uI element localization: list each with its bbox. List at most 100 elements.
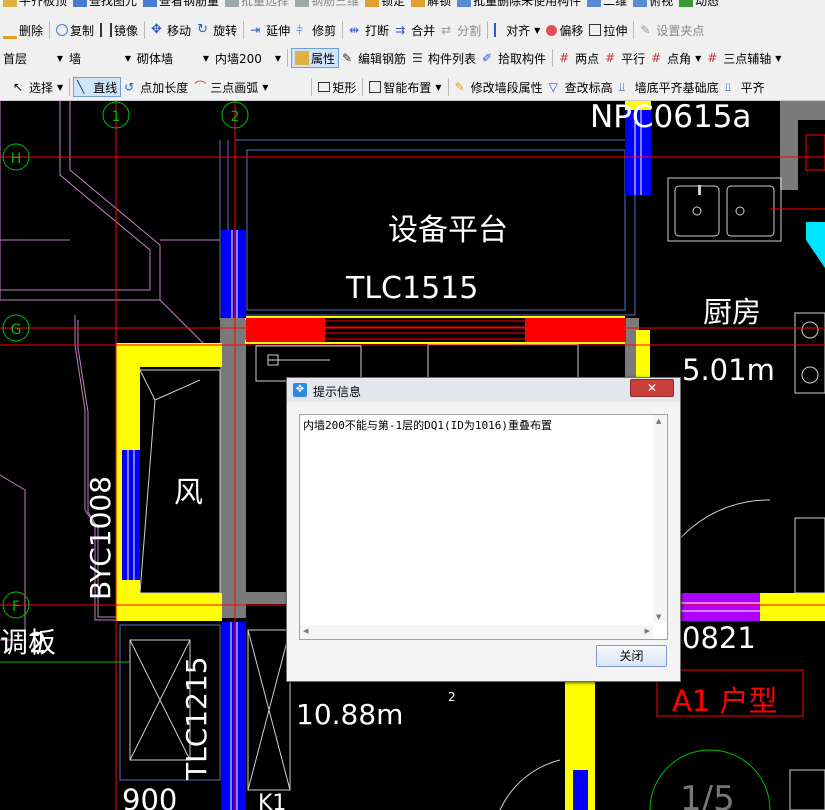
- edit-rebar-button[interactable]: ✎ 编辑钢筋: [339, 48, 409, 68]
- offset-button[interactable]: 偏移: [543, 20, 586, 40]
- point-length-label: 点加长度: [140, 80, 189, 95]
- batch-delete-button[interactable]: 批量删除未使用构件: [454, 0, 584, 10]
- dialog-title-bar[interactable]: ✥ 提示信息 ✕: [287, 378, 680, 402]
- scroll-left-icon[interactable]: ◀: [303, 627, 308, 635]
- close-button[interactable]: 关闭: [596, 645, 667, 667]
- find-element-button[interactable]: 查找图元: [70, 0, 140, 10]
- view-rebar-button[interactable]: 查看钢筋量: [140, 0, 222, 10]
- copy-button[interactable]: 复制: [53, 20, 97, 40]
- offset-label: 偏移: [559, 23, 584, 38]
- wall-bottom-align-button[interactable]: ⫫ 墙底平齐基础底: [616, 77, 722, 97]
- align-button[interactable]: 对齐 ▼: [491, 20, 543, 40]
- stretch-button[interactable]: 拉伸: [586, 20, 630, 40]
- chevron-down-icon: ▼: [695, 53, 702, 63]
- rectangle-label: 矩形: [332, 80, 357, 95]
- close-icon: ✕: [646, 381, 658, 395]
- separator: [552, 49, 554, 67]
- label-npc0615a: NPC0615a: [590, 100, 751, 135]
- type-select-value: 砌体墙: [137, 51, 174, 66]
- chevron-down-icon: ▼: [124, 53, 131, 63]
- vertical-scrollbar[interactable]: ▲ ▼: [653, 415, 667, 623]
- move-button[interactable]: ✥ 移动: [148, 20, 194, 40]
- flush-button[interactable]: ⫫ 平齐: [722, 77, 768, 97]
- label-byc1008: BYC1008: [84, 476, 117, 600]
- label-equipment-platform: 设备平台: [388, 213, 508, 248]
- axis-label-h: H: [11, 151, 22, 167]
- separator: [342, 21, 344, 39]
- break-icon: ⇹: [349, 23, 360, 37]
- separator: [144, 21, 146, 39]
- find-element-label: 查找图元: [89, 0, 138, 8]
- check-elevation-button[interactable]: ▽ 查改标高: [546, 77, 616, 97]
- three-point-axis-button[interactable]: # 三点辅轴 ▼: [704, 48, 784, 68]
- view-2d-button[interactable]: 二维: [584, 0, 630, 10]
- delete-button[interactable]: 删除: [0, 20, 46, 40]
- rebar-3d-button[interactable]: 钢筋三维: [292, 0, 362, 10]
- axis-label-f: F: [12, 599, 20, 615]
- floor-select[interactable]: 首层 ▼: [0, 49, 66, 67]
- type-select[interactable]: 砌体墙 ▼: [134, 49, 212, 67]
- toolbar-row-1: 删除 复制 镜像 ✥ 移动 ↻ 旋转 ⇥ 延伸 ⫩ 修剪 ⇹ 打断 ⇉ 合并 ⇄ 分割 对齐 ▼…: [0, 18, 707, 42]
- set-grip-button[interactable]: ✎ 设置夹点: [637, 20, 707, 40]
- check-elevation-icon: ▽: [548, 80, 558, 94]
- scroll-down-icon[interactable]: ▼: [656, 613, 661, 621]
- scroll-up-icon[interactable]: ▲: [656, 417, 661, 425]
- copy-icon: [56, 24, 69, 36]
- flush-slab-top-button[interactable]: 平齐板顶: [0, 0, 70, 10]
- trim-button[interactable]: ⫩ 修剪: [293, 20, 339, 40]
- batch-select-button[interactable]: 批量选择: [222, 0, 292, 10]
- separator: [447, 78, 449, 96]
- view-2d-label: 二维: [603, 0, 628, 8]
- scroll-right-icon[interactable]: ▶: [645, 627, 650, 635]
- break-label: 打断: [365, 23, 390, 38]
- category-select-value: 墙: [69, 51, 82, 66]
- lock-button[interactable]: 锁定: [362, 0, 408, 10]
- separator: [69, 78, 71, 96]
- label-small-2: 2: [448, 690, 456, 704]
- three-point-arc-button[interactable]: ⌒ 三点画弧 ▼: [191, 77, 271, 97]
- rectangle-icon: [318, 82, 331, 92]
- component-select[interactable]: 内墙200 ▼: [212, 49, 284, 67]
- split-button[interactable]: ⇄ 分割: [438, 20, 484, 40]
- point-length-button[interactable]: ↺ 点加长度: [121, 77, 191, 97]
- category-select[interactable]: 墙 ▼: [66, 49, 134, 67]
- dynamic-view-button[interactable]: 动态: [676, 0, 722, 10]
- properties-button[interactable]: 属性: [291, 48, 340, 68]
- dialog-close-button[interactable]: ✕: [630, 379, 674, 397]
- unlock-button[interactable]: 解锁: [408, 0, 454, 10]
- smart-layout-button[interactable]: 智能布置 ▼: [366, 77, 444, 97]
- split-icon: ⇄: [441, 23, 452, 37]
- rebar-3d-icon: [295, 0, 310, 7]
- unlock-label: 解锁: [427, 0, 452, 8]
- batch-select-label: 批量选择: [241, 0, 290, 8]
- break-button[interactable]: ⇹ 打断: [346, 20, 392, 40]
- parallel-button[interactable]: # 平行: [602, 48, 648, 68]
- toolbar-row-3: ↖ 选择 ▼ ╲ 直线 ↺ 点加长度 ⌒ 三点画弧 ▼ 矩形 智能布置 ▼ ✎ 修改墙段属性 ▽…: [0, 75, 768, 99]
- dialog-message-area[interactable]: 内墙200不能与第-1层的DQ1(ID为1016)重叠布置 ▲ ▼ ◀ ▶: [299, 414, 668, 640]
- floor-select-value: 首层: [3, 51, 28, 66]
- two-points-button[interactable]: # 两点: [556, 48, 602, 68]
- dynamic-view-label: 动态: [695, 0, 720, 8]
- view-rebar-icon: [143, 0, 158, 7]
- component-list-button[interactable]: ☰ 构件列表: [409, 48, 479, 68]
- rotate-button[interactable]: ↻ 旋转: [194, 20, 240, 40]
- rectangle-button[interactable]: 矩形: [315, 77, 359, 97]
- mirror-button[interactable]: 镜像: [97, 20, 141, 40]
- modify-segment-button[interactable]: ✎ 修改墙段属性: [452, 77, 546, 97]
- pick-component-button[interactable]: ✐ 拾取构件: [479, 48, 549, 68]
- line-button[interactable]: ╲ 直线: [73, 77, 122, 97]
- point-angle-button[interactable]: # 点角 ▼: [648, 48, 704, 68]
- top-view-button[interactable]: 俯视: [630, 0, 676, 10]
- unlock-icon: [411, 0, 426, 7]
- extend-button[interactable]: ⇥ 延伸: [247, 20, 293, 40]
- rotate-icon: ↻: [197, 22, 208, 37]
- horizontal-scrollbar[interactable]: ◀ ▶: [300, 625, 653, 639]
- align-label: 对齐: [506, 23, 531, 38]
- window-tlc1515[interactable]: [246, 318, 626, 342]
- smart-layout-icon: [369, 81, 382, 93]
- axis-label-1: 1: [112, 109, 121, 125]
- rotate-label: 旋转: [213, 23, 238, 38]
- window-0821[interactable]: [680, 593, 760, 621]
- merge-button[interactable]: ⇉ 合并: [392, 20, 438, 40]
- select-button[interactable]: ↖ 选择 ▼: [10, 77, 66, 97]
